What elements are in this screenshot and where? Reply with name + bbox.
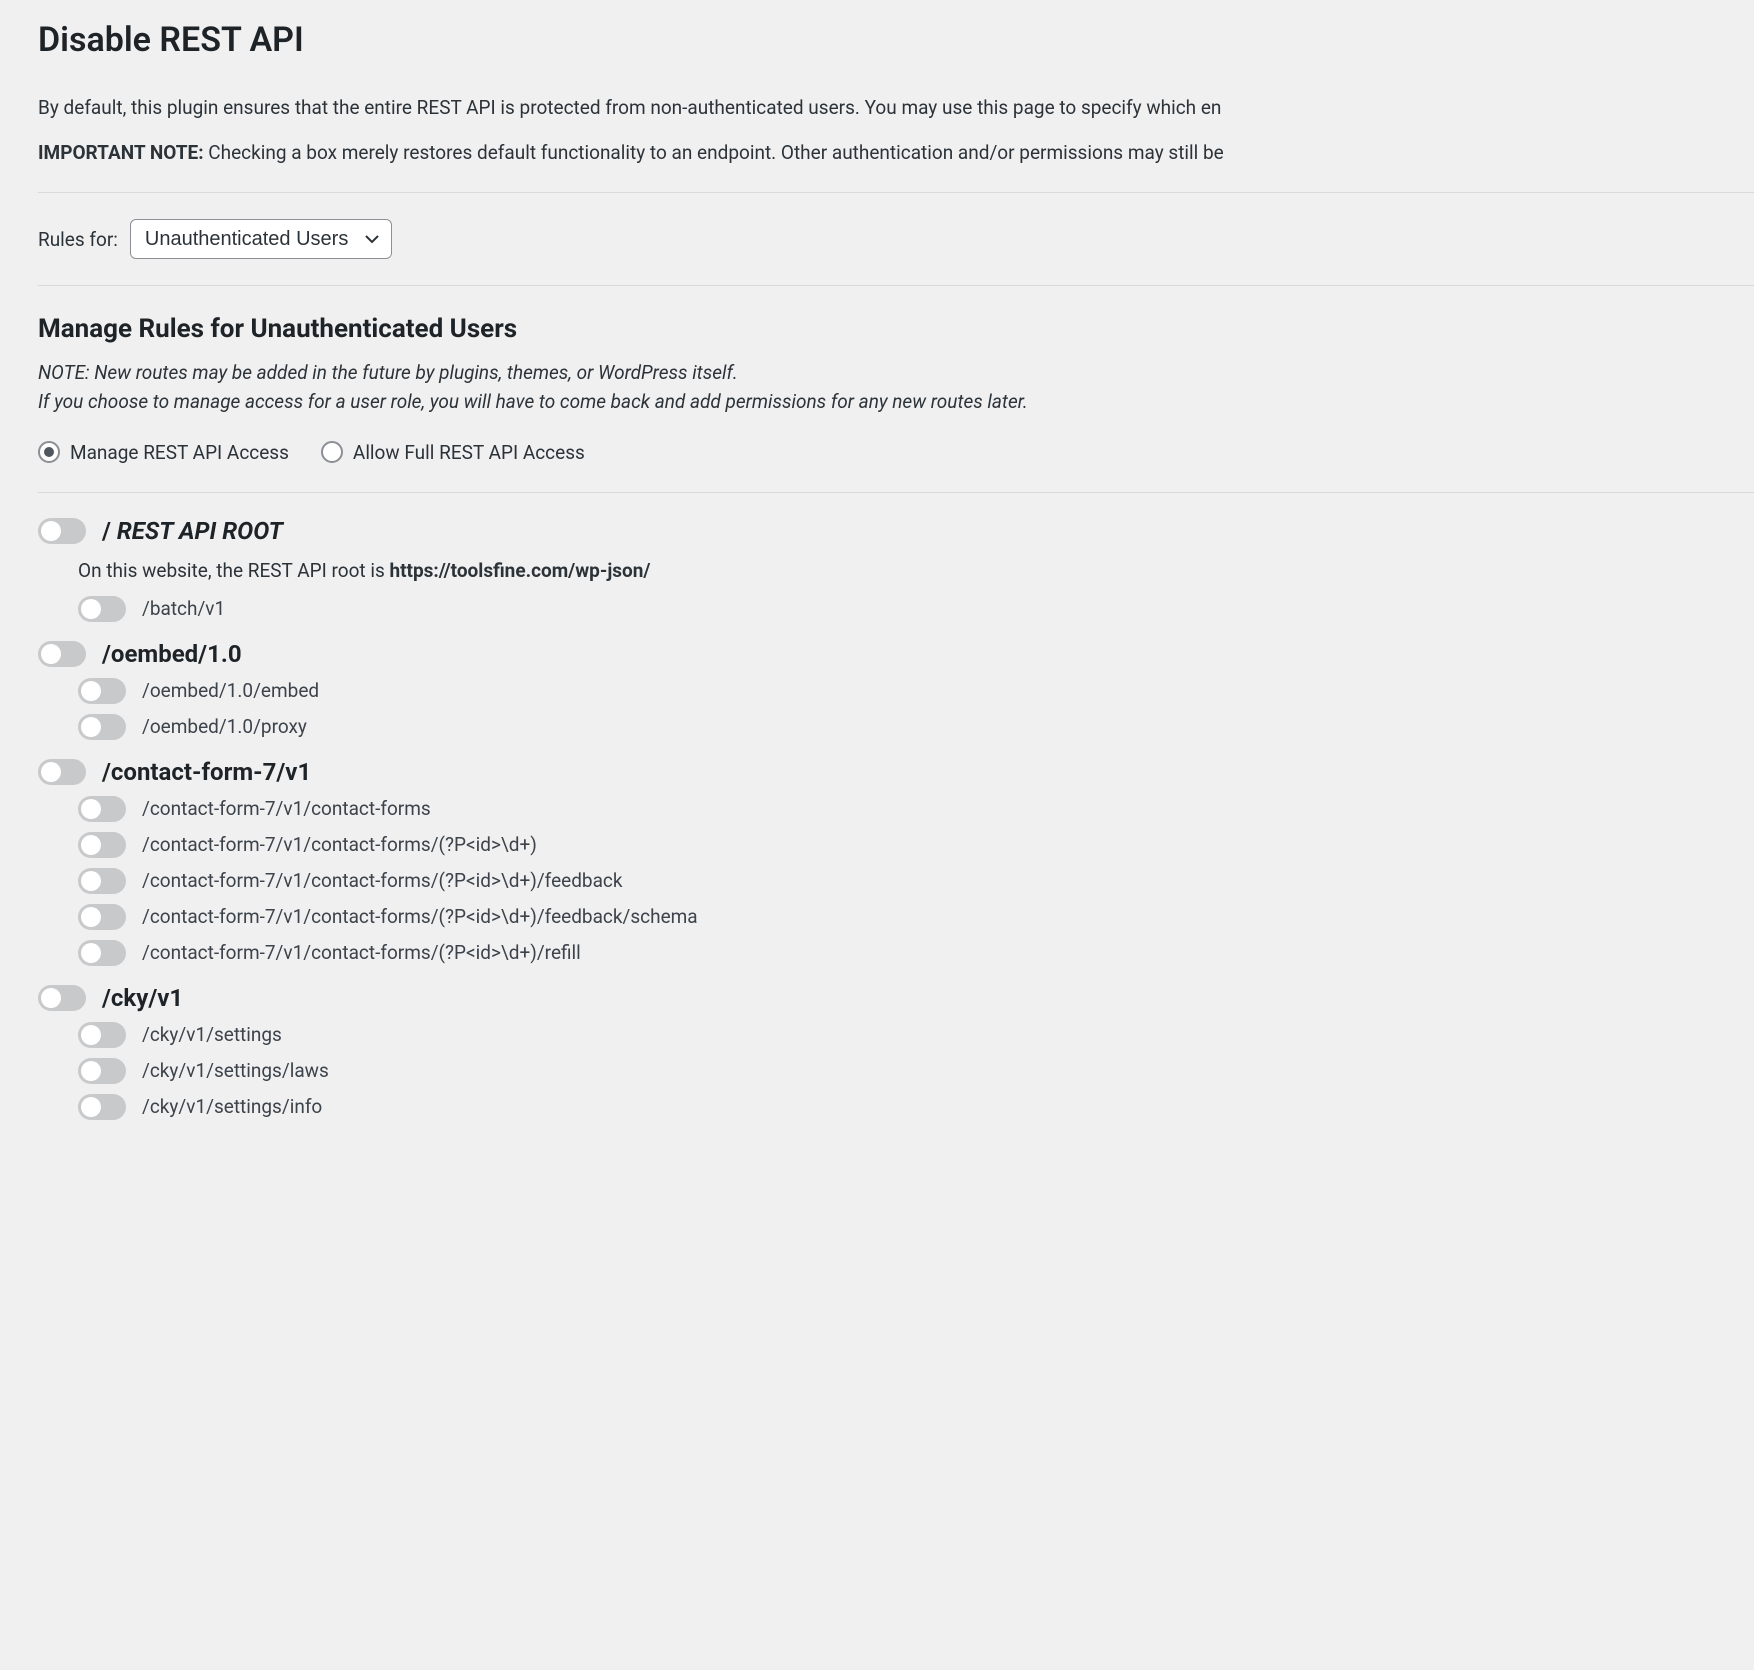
route-label: /contact-form-7/v1/contact-forms/(?P<id>… [142,833,537,856]
cky-children: /cky/v1/settings /cky/v1/settings/laws /… [78,1022,1754,1120]
toggle-oembed-embed[interactable] [78,678,126,704]
important-note-label: IMPORTANT NOTE: [38,141,204,164]
route-row: /oembed/1.0/embed [78,678,1754,704]
root-children: /batch/v1 [78,596,1754,622]
route-group-cf7: /contact-form-7/v1 [38,758,1754,786]
route-note: NOTE: New routes may be added in the fut… [38,358,1754,417]
important-note-text: Checking a box merely restores default f… [204,141,1224,164]
route-label: /contact-form-7/v1/contact-forms/(?P<id>… [142,869,623,892]
root-suffix: REST API ROOT [111,517,283,545]
route-label: /contact-form-7/v1/contact-forms/(?P<id>… [142,941,581,964]
routes-section: / REST API ROOT On this website, the RES… [38,517,1754,1120]
route-row: /contact-form-7/v1/contact-forms/(?P<id>… [78,868,1754,894]
toggle-oembed[interactable] [38,641,86,667]
toggle-cky-settings[interactable] [78,1022,126,1048]
toggle-cf7-forms[interactable] [78,796,126,822]
route-group-oembed: /oembed/1.0 [38,640,1754,668]
radio-manage-label: Manage REST API Access [70,441,289,464]
group-label: /oembed/1.0 [102,640,242,668]
root-prefix: / [102,517,111,545]
route-row: /contact-form-7/v1/contact-forms/(?P<id>… [78,940,1754,966]
route-row: /cky/v1/settings [78,1022,1754,1048]
route-label: /contact-form-7/v1/contact-forms [142,797,431,820]
toggle-cf7-refill[interactable] [78,940,126,966]
group-label: /cky/v1 [102,984,183,1012]
intro-paragraph: By default, this plugin ensures that the… [38,96,1754,119]
route-label: /oembed/1.0/embed [142,679,319,702]
toggle-cf7-feedback-schema[interactable] [78,904,126,930]
note-line2: If you choose to manage access for a use… [38,390,1028,413]
route-row: /oembed/1.0/proxy [78,714,1754,740]
toggle-cky[interactable] [38,985,86,1011]
note-line1: NOTE: New routes may be added in the fut… [38,361,738,384]
rules-for-label: Rules for: [38,228,118,251]
toggle-cky-settings-info[interactable] [78,1094,126,1120]
section-title: Manage Rules for Unauthenticated Users [38,314,1754,344]
toggle-batch-v1[interactable] [78,596,126,622]
radio-circle-icon [321,441,343,463]
oembed-children: /oembed/1.0/embed /oembed/1.0/proxy [78,678,1754,740]
toggle-cf7[interactable] [38,759,86,785]
radio-allow-full-access[interactable]: Allow Full REST API Access [321,441,585,464]
page-title: Disable REST API [38,20,1754,60]
route-row: /cky/v1/settings/info [78,1094,1754,1120]
route-label: /cky/v1/settings/info [142,1095,322,1118]
toggle-cf7-form-id[interactable] [78,832,126,858]
divider [38,285,1754,286]
group-label: /contact-form-7/v1 [102,758,311,786]
divider [38,492,1754,493]
route-row: /batch/v1 [78,596,1754,622]
route-label: /cky/v1/settings/laws [142,1059,329,1082]
route-row: /contact-form-7/v1/contact-forms/(?P<id>… [78,832,1754,858]
route-group-cky: /cky/v1 [38,984,1754,1012]
radio-circle-icon [38,441,60,463]
toggle-oembed-proxy[interactable] [78,714,126,740]
radio-allow-full-label: Allow Full REST API Access [353,441,585,464]
route-row: /contact-form-7/v1/contact-forms [78,796,1754,822]
route-row: /contact-form-7/v1/contact-forms/(?P<id>… [78,904,1754,930]
access-mode-radio-group: Manage REST API Access Allow Full REST A… [38,441,1754,492]
role-select-wrap: Unauthenticated Users [130,219,392,259]
route-row: /cky/v1/settings/laws [78,1058,1754,1084]
toggle-root[interactable] [38,518,86,544]
route-label: /contact-form-7/v1/contact-forms/(?P<id>… [142,905,698,928]
toggle-cky-settings-laws[interactable] [78,1058,126,1084]
root-group-label: / REST API ROOT [102,517,283,545]
toggle-cf7-feedback[interactable] [78,868,126,894]
cf7-children: /contact-form-7/v1/contact-forms /contac… [78,796,1754,966]
root-info-prefix: On this website, the REST API root is [78,559,389,582]
important-note-paragraph: IMPORTANT NOTE: Checking a box merely re… [38,141,1754,192]
route-group-root: / REST API ROOT [38,517,1754,545]
route-label: /oembed/1.0/proxy [142,715,307,738]
route-label: /batch/v1 [142,597,225,620]
route-label: /cky/v1/settings [142,1023,282,1046]
root-info: On this website, the REST API root is ht… [78,559,1754,582]
radio-manage-access[interactable]: Manage REST API Access [38,441,289,464]
root-info-url: https://toolsfine.com/wp-json/ [389,559,650,582]
rules-for-row: Rules for: Unauthenticated Users [38,193,1754,285]
role-select[interactable]: Unauthenticated Users [130,219,392,259]
